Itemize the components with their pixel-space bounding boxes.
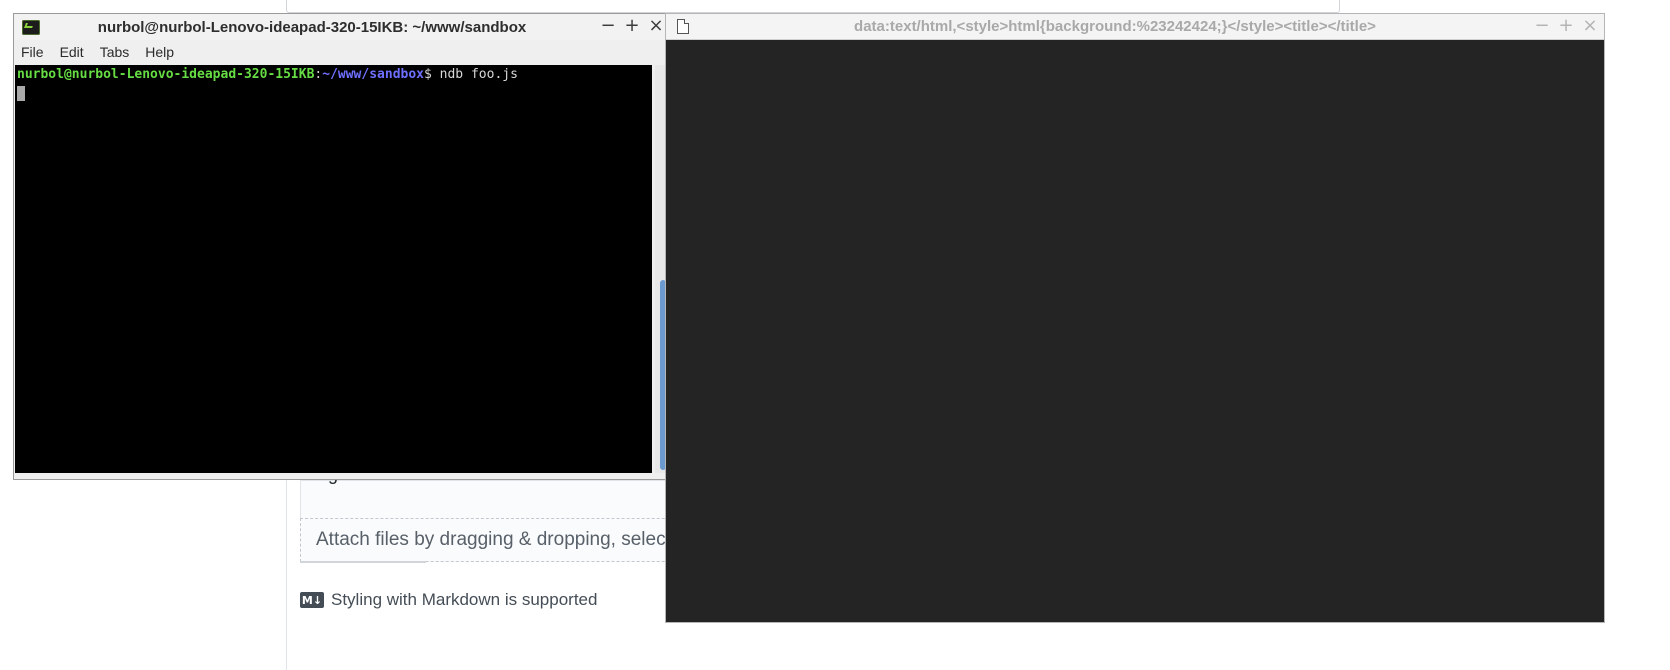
prompt-user: nurbol@nurbol-Lenovo-ideapad-320-15IKB — [17, 67, 315, 82]
browser-content-area[interactable] — [666, 40, 1604, 622]
terminal-menubar: File Edit Tabs Help — [14, 40, 670, 64]
attach-files-area[interactable]: Attach files by dragging & dropping, sel… — [300, 518, 720, 562]
terminal-window-controls: − + × — [600, 17, 664, 35]
prompt-command: ndb foo.js — [439, 67, 518, 82]
terminal-cursor — [17, 86, 25, 101]
prompt-symbol: $ — [424, 67, 440, 82]
browser-title: data:text/html,<style>html{background:%2… — [854, 18, 1376, 35]
background-page-panel — [286, 0, 1340, 13]
menu-edit[interactable]: Edit — [60, 44, 84, 60]
terminal-output[interactable]: nurbol@nurbol-Lenovo-ideapad-320-15IKB:~… — [15, 65, 652, 473]
document-icon — [677, 19, 689, 34]
terminal-title: nurbol@nurbol-Lenovo-ideapad-320-15IKB: … — [97, 18, 527, 36]
browser-maximize-button[interactable]: + — [1558, 17, 1574, 35]
browser-window-controls: − + × — [1534, 17, 1598, 35]
menu-tabs[interactable]: Tabs — [100, 44, 130, 60]
close-button[interactable]: × — [648, 17, 664, 35]
browser-window[interactable]: data:text/html,<style>html{background:%2… — [665, 13, 1605, 623]
minimize-button[interactable]: − — [600, 17, 616, 35]
markdown-icon: M↓ — [300, 592, 324, 608]
markdown-note[interactable]: M↓ Styling with Markdown is supported — [300, 590, 597, 610]
terminal-titlebar[interactable]: nurbol@nurbol-Lenovo-ideapad-320-15IKB: … — [14, 14, 670, 40]
markdown-note-label: Styling with Markdown is supported — [331, 590, 598, 609]
terminal-window[interactable]: nurbol@nurbol-Lenovo-ideapad-320-15IKB: … — [13, 13, 671, 480]
browser-titlebar[interactable]: data:text/html,<style>html{background:%2… — [666, 14, 1604, 40]
maximize-button[interactable]: + — [624, 17, 640, 35]
menu-help[interactable]: Help — [145, 44, 174, 60]
browser-minimize-button[interactable]: − — [1534, 17, 1550, 35]
attach-underline — [300, 561, 426, 563]
prompt-path: ~/www/sandbox — [322, 67, 424, 82]
terminal-app-icon — [22, 19, 40, 35]
comment-textarea[interactable] — [300, 480, 722, 519]
menu-file[interactable]: File — [21, 44, 44, 60]
browser-close-button[interactable]: × — [1582, 17, 1598, 35]
terminal-prompt-line: nurbol@nurbol-Lenovo-ideapad-320-15IKB:~… — [17, 67, 518, 82]
attach-files-label: Attach files by dragging & dropping, sel… — [316, 529, 666, 550]
